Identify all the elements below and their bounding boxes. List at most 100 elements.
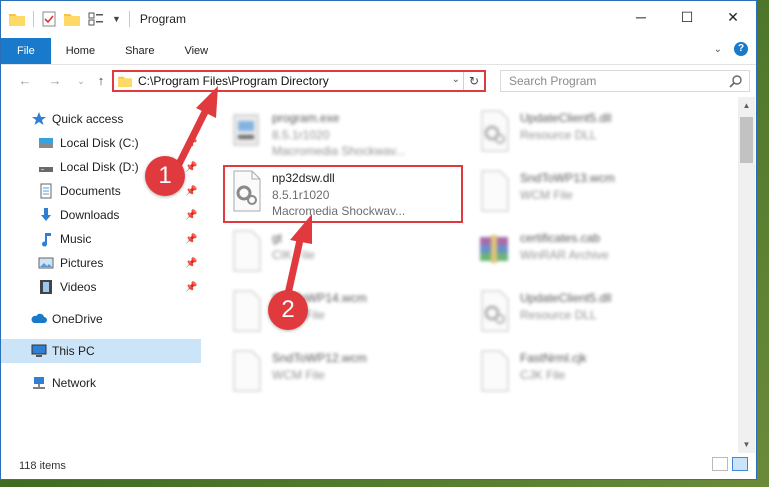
sidebar-item-label: OneDrive bbox=[52, 312, 103, 326]
file-type: WCM File bbox=[520, 188, 573, 202]
file-explorer-window: ▼ Program ─ ☐ ✕ File Home Share View ⌄ ?… bbox=[0, 0, 757, 480]
sidebar-item-label: Music bbox=[60, 232, 92, 246]
maximize-button[interactable]: ☐ bbox=[664, 1, 710, 33]
details-view-icon[interactable] bbox=[712, 457, 728, 471]
file-icon bbox=[233, 230, 261, 272]
pin-icon[interactable]: 📌 bbox=[185, 162, 197, 173]
sidebar-item-label: Local Disk (D:) bbox=[60, 160, 139, 174]
chevron-down-icon[interactable]: ▼ bbox=[112, 14, 121, 24]
navigation-bar: ← → ⌄ ↑ C:\Program Files\Program Directo… bbox=[1, 65, 756, 97]
download-icon bbox=[41, 208, 51, 221]
refresh-icon[interactable]: ↻ bbox=[463, 72, 484, 90]
file-item[interactable]: program.exe 8.5.1r1020 Macromedia Shockw… bbox=[224, 105, 464, 161]
tab-file[interactable]: File bbox=[1, 38, 51, 64]
ribbon-tabs: File Home Share View ⌄ ? bbox=[1, 38, 756, 65]
computer-icon bbox=[31, 344, 47, 357]
file-item[interactable]: SndToWP13.wcm WCM File bbox=[472, 165, 712, 221]
sidebar-item-onedrive[interactable]: OneDrive bbox=[1, 307, 201, 331]
new-folder-icon[interactable] bbox=[64, 12, 80, 26]
file-item[interactable]: UpdateClient5.dll Resource DLL bbox=[472, 285, 712, 341]
window-title: Program bbox=[139, 12, 186, 26]
view-switcher bbox=[712, 457, 748, 471]
vertical-scrollbar[interactable]: ▲ ▼ bbox=[738, 97, 755, 453]
file-name: program.exe bbox=[272, 111, 340, 125]
recent-locations-icon[interactable]: ⌄ bbox=[71, 71, 91, 91]
dll-icon bbox=[481, 110, 509, 152]
file-icon bbox=[481, 170, 509, 212]
cloud-icon bbox=[31, 313, 47, 323]
sidebar-item-label: Network bbox=[52, 376, 97, 390]
file-item[interactable]: gt CIK File bbox=[224, 225, 464, 281]
address-bar[interactable]: C:\Program Files\Program Directory ⌄ ↻ bbox=[112, 70, 486, 92]
pin-icon[interactable]: 📌 bbox=[185, 258, 197, 269]
file-list: program.exe 8.5.1r1020 Macromedia Shockw… bbox=[206, 101, 738, 446]
step-badge-2: 2 bbox=[268, 290, 308, 330]
sidebar-item-music[interactable]: Music 📌 bbox=[1, 227, 201, 251]
sidebar-item-label: Documents bbox=[60, 184, 121, 198]
search-placeholder: Search Program bbox=[509, 74, 597, 88]
tab-view[interactable]: View bbox=[169, 38, 223, 64]
drive-icon bbox=[39, 167, 53, 172]
file-item[interactable]: FastNrml.cjk CJK File bbox=[472, 345, 712, 401]
search-input[interactable]: Search Program bbox=[500, 70, 750, 92]
pin-icon[interactable]: 📌 bbox=[185, 282, 197, 293]
separator bbox=[33, 11, 34, 27]
sidebar-item-quick-access[interactable]: Quick access bbox=[1, 107, 201, 131]
sidebar-item-label: Downloads bbox=[60, 208, 120, 222]
ribbon-right: ⌄ ? bbox=[714, 42, 748, 56]
minimize-button[interactable]: ─ bbox=[618, 1, 664, 33]
file-item[interactable]: UpdateClient5.dll Resource DLL bbox=[472, 105, 712, 161]
customize-view-icon[interactable] bbox=[88, 12, 104, 26]
file-icon bbox=[481, 350, 509, 392]
music-icon bbox=[42, 233, 51, 247]
file-highlight-box bbox=[223, 165, 463, 223]
sidebar-item-downloads[interactable]: Downloads 📌 bbox=[1, 203, 201, 227]
quick-access-toolbar: ▼ bbox=[1, 11, 121, 27]
file-type: CJK File bbox=[520, 368, 566, 382]
file-name: gt bbox=[272, 231, 283, 245]
file-type: CIK File bbox=[272, 248, 315, 262]
file-type: Resource DLL bbox=[520, 128, 597, 142]
help-icon[interactable]: ? bbox=[734, 42, 748, 56]
file-item[interactable]: certificates.cab WinRAR Archive bbox=[472, 225, 712, 281]
sidebar-item-videos[interactable]: Videos 📌 bbox=[1, 275, 201, 299]
file-name: UpdateClient5.dll bbox=[520, 291, 612, 305]
network-icon bbox=[33, 377, 45, 389]
search-icon[interactable] bbox=[729, 74, 743, 88]
tab-home[interactable]: Home bbox=[51, 38, 110, 64]
pin-icon[interactable]: 📌 bbox=[185, 234, 197, 245]
pin-icon[interactable]: 📌 bbox=[185, 186, 197, 197]
back-arrow-icon[interactable]: ← bbox=[15, 71, 35, 91]
close-button[interactable]: ✕ bbox=[710, 1, 756, 33]
sidebar-item-local-disk-c[interactable]: Local Disk (C:) 📌 bbox=[1, 131, 201, 155]
sidebar-item-this-pc[interactable]: This PC bbox=[1, 339, 201, 363]
sidebar-item-label: Videos bbox=[60, 280, 97, 294]
forward-arrow-icon[interactable]: → bbox=[45, 71, 65, 91]
scroll-up-icon[interactable]: ▲ bbox=[738, 97, 755, 114]
folder-icon[interactable] bbox=[9, 12, 25, 26]
status-bar: 118 items bbox=[1, 453, 756, 479]
tab-share[interactable]: Share bbox=[110, 38, 169, 64]
exe-icon bbox=[233, 114, 259, 146]
large-icons-view-icon[interactable] bbox=[732, 457, 748, 471]
file-icon bbox=[233, 290, 261, 332]
sidebar-item-pictures[interactable]: Pictures 📌 bbox=[1, 251, 201, 275]
up-arrow-icon[interactable]: ↑ bbox=[91, 71, 111, 91]
videos-icon bbox=[40, 280, 52, 294]
scroll-down-icon[interactable]: ▼ bbox=[738, 436, 755, 453]
sidebar-item-label: Local Disk (C:) bbox=[60, 136, 139, 150]
scroll-thumb[interactable] bbox=[740, 117, 753, 163]
pin-icon[interactable]: 📌 bbox=[185, 210, 197, 221]
properties-icon[interactable] bbox=[42, 11, 56, 27]
address-path[interactable]: C:\Program Files\Program Directory bbox=[138, 74, 329, 88]
navigation-pane: Quick access Local Disk (C:) 📌 Local Dis… bbox=[1, 105, 203, 445]
pin-icon[interactable]: 📌 bbox=[185, 138, 197, 149]
sidebar-item-network[interactable]: Network bbox=[1, 371, 201, 395]
chevron-down-icon[interactable]: ⌄ bbox=[452, 74, 460, 85]
file-type: Resource DLL bbox=[520, 308, 597, 322]
expand-ribbon-icon[interactable]: ⌄ bbox=[714, 44, 722, 55]
title-bar: ▼ Program ─ ☐ ✕ bbox=[1, 1, 756, 37]
file-item[interactable]: SndToWP12.wcm WCM File bbox=[224, 345, 464, 401]
file-type: Macromedia Shockwav... bbox=[272, 144, 406, 158]
file-item[interactable]: SndToWP14.wcm WCM File bbox=[224, 285, 464, 341]
